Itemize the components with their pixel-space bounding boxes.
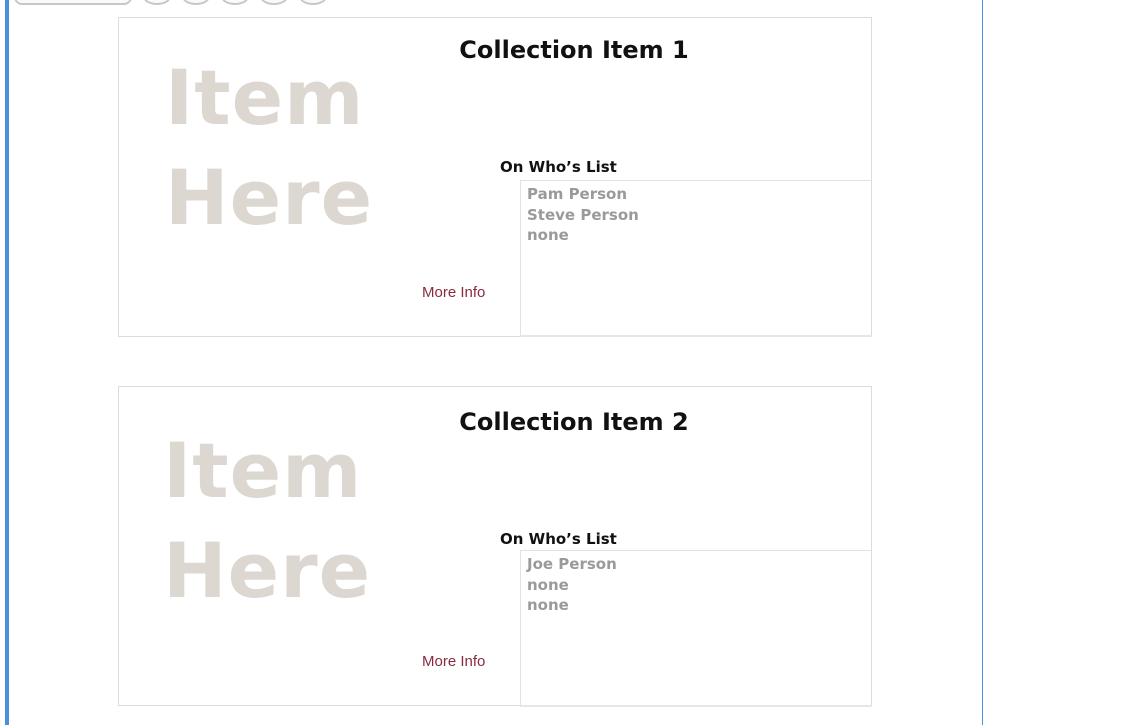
list-item: Steve Person — [527, 205, 639, 224]
item-image-placeholder: Item Here — [163, 421, 383, 621]
whos-list-box: Joe Person none none — [520, 550, 872, 707]
top-nav-dot[interactable] — [182, 0, 210, 5]
collection-item-title: Collection Item 1 — [459, 36, 689, 64]
item-image-placeholder: Item Here — [165, 48, 385, 248]
top-nav-button[interactable] — [14, 0, 132, 5]
right-border-rule — [982, 0, 983, 725]
page: Item Here Collection Item 1 On Who’s Lis… — [0, 0, 1146, 725]
top-nav-dot[interactable] — [260, 0, 288, 5]
collection-item-card: Item Here Collection Item 1 On Who’s Lis… — [118, 17, 872, 337]
more-info-link[interactable]: More Info — [422, 284, 485, 301]
whos-list-box: Pam Person Steve Person none — [520, 180, 872, 337]
on-whos-list-heading: On Who’s List — [500, 158, 617, 176]
placeholder-line: Here — [165, 153, 374, 242]
on-whos-list-heading: On Who’s List — [500, 530, 617, 548]
list-item: none — [527, 226, 569, 244]
list-item: Pam Person — [527, 185, 628, 203]
collection-item-title: Collection Item 2 — [459, 408, 689, 436]
collection-item-card: Item Here Collection Item 2 On Who’s Lis… — [118, 386, 872, 707]
placeholder-line: Item — [163, 426, 363, 515]
placeholder-line: Item — [165, 53, 365, 142]
placeholder-line: Here — [163, 526, 372, 615]
list-item: none — [527, 575, 569, 594]
list-item: none — [527, 596, 569, 614]
top-nav-dot[interactable] — [221, 0, 249, 5]
more-info-link[interactable]: More Info — [422, 653, 485, 670]
left-accent-rule — [5, 0, 9, 725]
top-nav-dot[interactable] — [299, 0, 327, 5]
list-item: Joe Person — [527, 555, 617, 573]
top-nav-dot[interactable] — [143, 0, 171, 5]
